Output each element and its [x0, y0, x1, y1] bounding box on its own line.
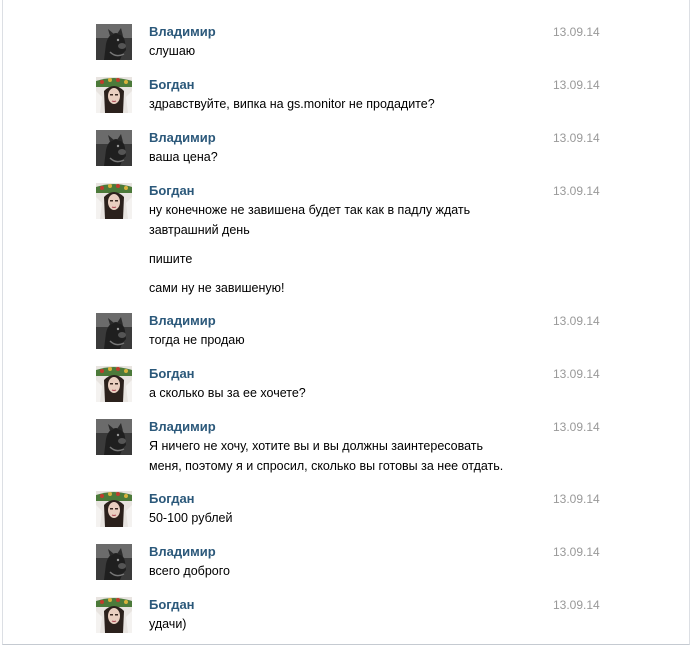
message-author-link[interactable]: Владимир [149, 313, 216, 329]
message-author-link[interactable]: Владимир [149, 130, 216, 146]
message-date: 13.09.14 [553, 598, 600, 612]
message-date: 13.09.14 [553, 78, 600, 92]
message-text: ну конечноже не завишена будет так как в… [149, 200, 539, 298]
girl-avatar[interactable] [96, 77, 132, 113]
dog-avatar[interactable] [96, 313, 132, 349]
message-text-line: а сколько вы за ее хочете? [149, 386, 306, 400]
message-author-link[interactable]: Богдан [149, 366, 195, 382]
message-author-link[interactable]: Богдан [149, 77, 195, 93]
message-author-link[interactable]: Богдан [149, 597, 195, 613]
message-date: 13.09.14 [553, 492, 600, 506]
message-text-line: здравствуйте, випка на gs.monitor не про… [149, 97, 435, 111]
message-text: удачи) [149, 614, 539, 634]
message-author-link[interactable]: Владимир [149, 419, 216, 435]
dog-avatar[interactable] [96, 419, 132, 455]
message-text-line: слушаю [149, 44, 196, 58]
message-text-line: 50-100 рублей [149, 511, 233, 525]
dog-avatar[interactable] [96, 130, 132, 166]
message-author-link[interactable]: Владимир [149, 544, 216, 560]
message-text: тогда не продаю [149, 330, 539, 350]
message-text-line: тогда не продаю [149, 333, 245, 347]
message-date: 13.09.14 [553, 131, 600, 145]
message-text-line: завтрашний день [149, 223, 250, 237]
message-date: 13.09.14 [553, 420, 600, 434]
message-text-line: Я ничего не хочу, хотите вы и вы должны … [149, 439, 484, 453]
message-date: 13.09.14 [553, 367, 600, 381]
dog-avatar[interactable] [96, 544, 132, 580]
message-text: ваша цена? [149, 147, 539, 167]
girl-avatar[interactable] [96, 366, 132, 402]
girl-avatar[interactable] [96, 491, 132, 527]
message-text: а сколько вы за ее хочете? [149, 383, 539, 403]
message-date: 13.09.14 [553, 25, 600, 39]
message-text-extra-line: пишите [149, 252, 193, 266]
message-text-line: всего доброго [149, 564, 230, 578]
message-text-line: удачи) [149, 617, 187, 631]
message-date: 13.09.14 [553, 314, 600, 328]
message-author-link[interactable]: Богдан [149, 491, 195, 507]
message-text: всего доброго [149, 561, 539, 581]
message-text-extra-line: сами ну не завишеную! [149, 281, 285, 295]
message-date: 13.09.14 [553, 184, 600, 198]
message-text: 50-100 рублей [149, 508, 539, 528]
message-author-link[interactable]: Владимир [149, 24, 216, 40]
message-date: 13.09.14 [553, 545, 600, 559]
message-history-panel: Владимир 13.09.14 слушаю Богдан 13.09.14 здра… [2, 0, 690, 645]
dog-avatar[interactable] [96, 24, 132, 60]
message-text-line: меня, поэтому я и спросил, сколько вы го… [149, 459, 504, 473]
girl-avatar[interactable] [96, 183, 132, 219]
message-text-line: ну конечноже не завишена будет так как в… [149, 203, 471, 217]
message-text: слушаю [149, 41, 539, 61]
message-text: здравствуйте, випка на gs.monitor не про… [149, 94, 539, 114]
message-text: Я ничего не хочу, хотите вы и вы должны … [149, 436, 539, 476]
message-text-line: ваша цена? [149, 150, 218, 164]
girl-avatar[interactable] [96, 597, 132, 633]
message-author-link[interactable]: Богдан [149, 183, 195, 199]
